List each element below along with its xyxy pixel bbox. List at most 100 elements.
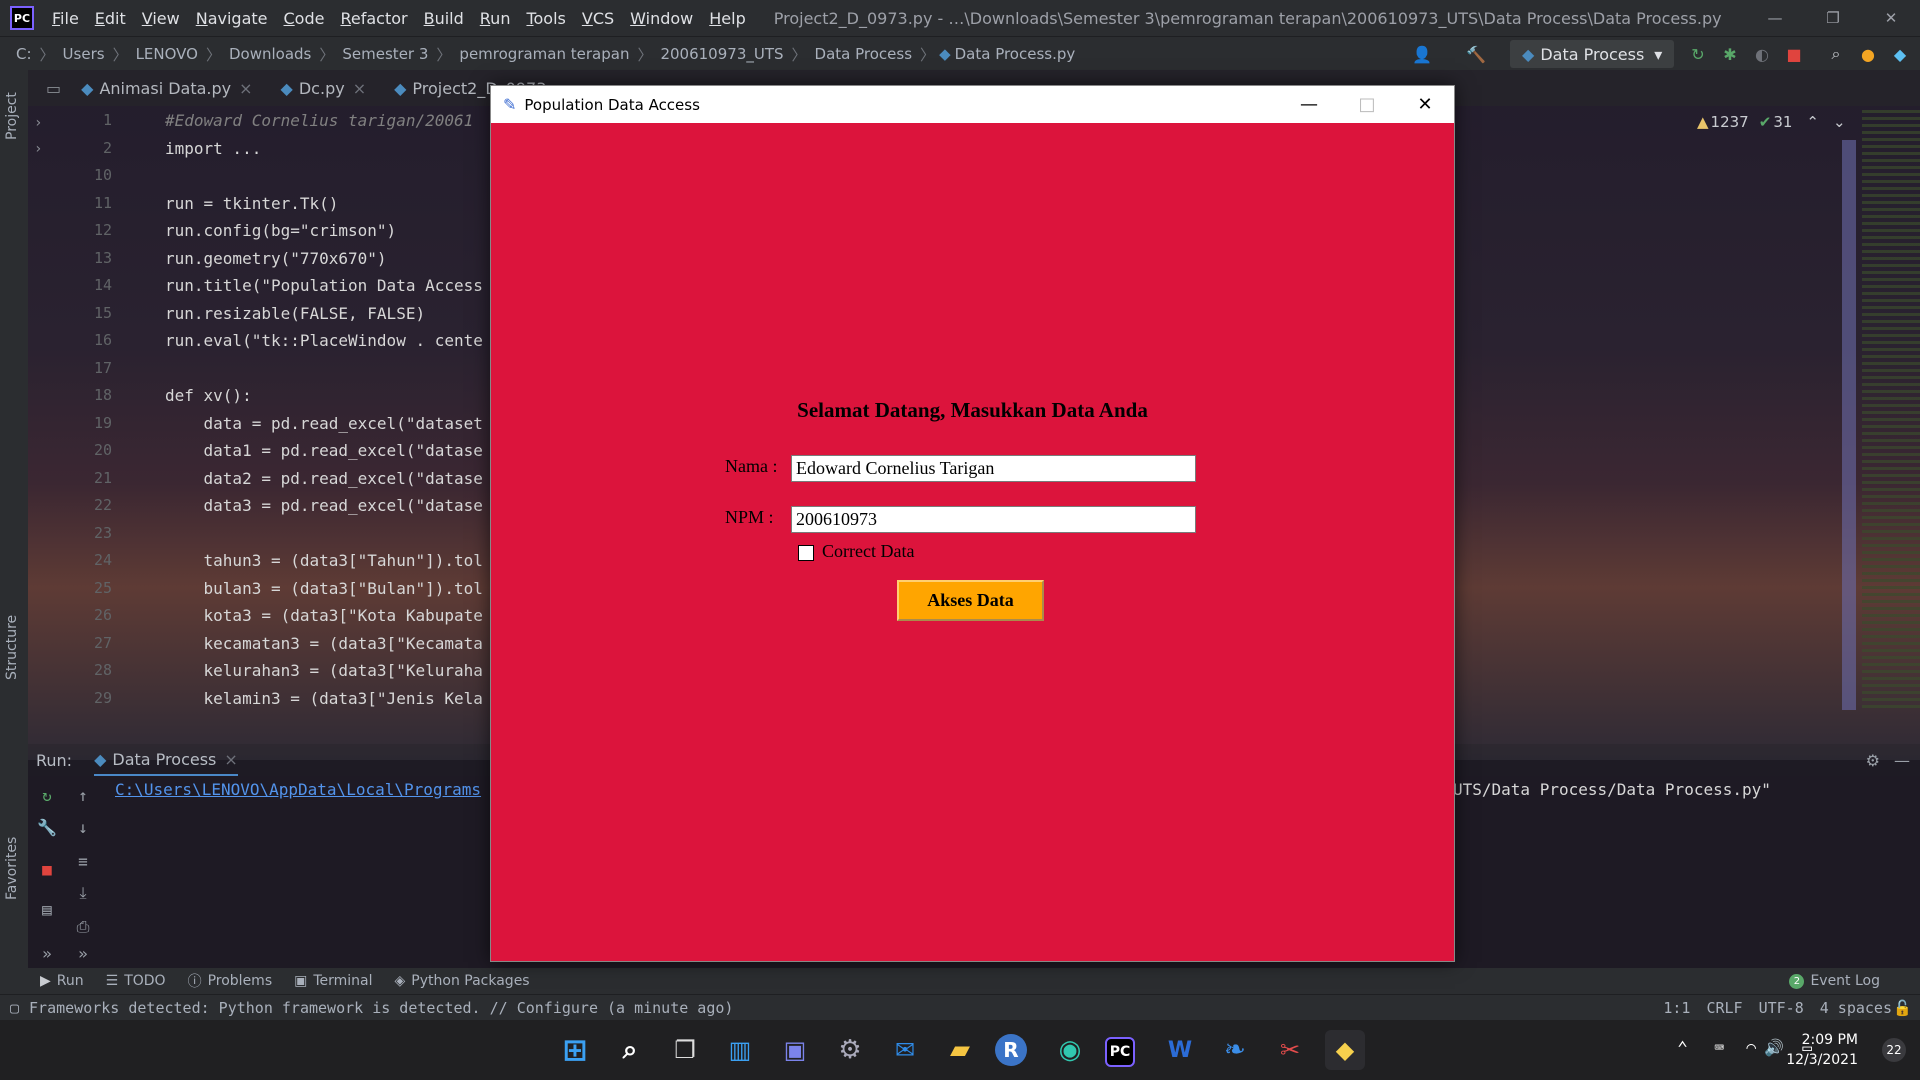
close-icon[interactable]: × (239, 79, 252, 98)
debug-icon[interactable]: ✱ (1720, 44, 1740, 64)
code-line[interactable]: data2 = pd.read_excel("datase (165, 469, 483, 488)
clock[interactable]: 2:09 PM 12/3/2021 (1786, 1030, 1858, 1070)
breadcrumb-lenovo[interactable]: LENOVO (132, 45, 202, 63)
breadcrumb-file[interactable]: Data Process.py (951, 45, 1080, 63)
code-line[interactable]: def xv(): (165, 386, 252, 405)
print-icon[interactable]: ⎙ (72, 916, 94, 938)
run-configuration-select[interactable]: ◆ Data Process ▾ (1510, 40, 1675, 68)
pycharm-app-icon[interactable]: PC (1105, 1037, 1135, 1067)
menu-file[interactable]: File (44, 9, 87, 28)
jetbrains-icon[interactable]: ◆ (1890, 44, 1910, 64)
breadcrumb-downloads[interactable]: Downloads (225, 45, 315, 63)
python-app-icon[interactable]: ◆ (1325, 1030, 1365, 1070)
menu-code[interactable]: Code (276, 9, 333, 28)
scroll-to-end-icon[interactable]: ⤓ (72, 882, 94, 904)
search-icon[interactable]: ⌕ (610, 1030, 650, 1070)
build-hammer-icon[interactable]: 🔨 (1466, 44, 1486, 64)
toolwindow-python-packages[interactable]: ◈ Python Packages (395, 973, 530, 989)
code-line[interactable]: kota3 = (data3["Kota Kabupate (165, 606, 483, 625)
breadcrumb-users[interactable]: Users (59, 45, 109, 63)
chevron-right-icon[interactable]: › (34, 110, 42, 136)
nama-input[interactable] (791, 455, 1196, 482)
more-icon[interactable]: » (72, 942, 94, 964)
toolwindow-todo[interactable]: ☰ TODO (106, 973, 166, 989)
breadcrumb-uts[interactable]: 200610973_UTS (656, 45, 787, 63)
edge-browser-icon[interactable]: ◉ (1050, 1030, 1090, 1070)
code-line[interactable]: run.geometry("770x670") (165, 249, 387, 268)
line-separator[interactable]: CRLF (1706, 999, 1742, 1017)
code-line[interactable]: kelurahan3 = (data3["Keluraha (165, 661, 483, 680)
code-line[interactable]: run = tkinter.Tk() (165, 194, 338, 213)
menu-window[interactable]: Window (622, 9, 701, 28)
tab-animasi-data[interactable]: ◆ Animasi Data.py × (67, 79, 266, 98)
menu-navigate[interactable]: Navigate (188, 9, 276, 28)
dolphin-app-icon[interactable]: ❧ (1215, 1030, 1255, 1070)
toolwindow-run[interactable]: ▶ Run (40, 973, 84, 989)
menu-build[interactable]: Build (416, 9, 472, 28)
more-icon[interactable]: » (36, 942, 58, 964)
structure-tool-tab[interactable]: Structure (4, 615, 20, 680)
status-toggle-icon[interactable]: ▢ (10, 999, 19, 1017)
toolwindow-problems[interactable]: ⓘ Problems (188, 971, 273, 991)
status-message[interactable]: Frameworks detected: Python framework is… (29, 999, 733, 1017)
code-line[interactable]: #Edoward Cornelius tarigan/20061 (165, 111, 473, 130)
breadcrumb-semester[interactable]: Semester 3 (338, 45, 432, 63)
coverage-icon[interactable]: ◐ (1752, 44, 1772, 64)
file-encoding[interactable]: UTF-8 (1759, 999, 1804, 1017)
update-icon[interactable]: ● (1858, 44, 1878, 64)
r-app-icon[interactable]: R (995, 1034, 1027, 1066)
settings-gear-icon[interactable]: ⚙ (1866, 751, 1880, 770)
minimize-icon[interactable]: — (1280, 86, 1338, 123)
breadcrumb-drive[interactable]: C: (12, 45, 36, 63)
favorites-tool-tab[interactable]: Favorites (4, 837, 20, 900)
snipping-tool-icon[interactable]: ✂ (1270, 1030, 1310, 1070)
inspection-widget[interactable]: ▲ 1237 ✔ 31 ⌃ ⌄ (1697, 113, 1846, 131)
file-explorer-icon[interactable]: ▰ (940, 1030, 980, 1070)
code-line[interactable]: kecamatan3 = (data3["Kecamata (165, 634, 483, 653)
menu-view[interactable]: View (134, 9, 188, 28)
code-line[interactable]: bulan3 = (data3["Bulan"]).tol (165, 579, 483, 598)
code-line[interactable]: data = pd.read_excel("dataset (165, 414, 483, 433)
layout-icon[interactable]: ▭ (46, 79, 61, 98)
search-icon[interactable]: ⌕ (1826, 44, 1846, 64)
task-view-icon[interactable]: ❐ (665, 1030, 705, 1070)
teams-chat-icon[interactable]: ▣ (775, 1030, 815, 1070)
code-line[interactable]: kelamin3 = (data3["Jenis Kela (165, 689, 483, 708)
close-icon[interactable]: × (224, 750, 237, 769)
hide-panel-icon[interactable]: — (1894, 751, 1910, 770)
lock-icon[interactable]: 🔓 (1893, 999, 1912, 1017)
tk-titlebar[interactable]: ✎ Population Data Access — □ ✕ (491, 86, 1454, 123)
notification-badge[interactable]: 22 (1882, 1038, 1906, 1062)
project-tool-tab[interactable]: Project (4, 92, 20, 140)
minimize-icon[interactable]: — (1746, 0, 1804, 36)
run-tab-data-process[interactable]: ◆ Data Process × (94, 744, 238, 776)
code-line[interactable]: run.title("Population Data Access (165, 276, 483, 295)
chevron-right-icon[interactable]: › (34, 136, 42, 162)
stop-icon[interactable]: ■ (1784, 44, 1804, 64)
keyboard-icon[interactable]: ⌨ (1714, 1038, 1724, 1057)
widgets-icon[interactable]: ▥ (720, 1030, 760, 1070)
word-icon[interactable]: W (1160, 1030, 1200, 1070)
correct-data-label[interactable]: Correct Data (822, 541, 914, 562)
soft-wrap-icon[interactable]: ≡ (72, 850, 94, 872)
mail-icon[interactable]: ✉ (885, 1030, 925, 1070)
code-line[interactable]: import ... (165, 139, 261, 158)
chevron-up-icon[interactable]: ⌃ (1677, 1038, 1688, 1059)
chevron-up-icon[interactable]: ⌃ (1806, 113, 1819, 131)
menu-run[interactable]: Run (472, 9, 519, 28)
close-icon[interactable]: × (353, 79, 366, 98)
correct-data-checkbox[interactable] (798, 545, 814, 561)
wrench-icon[interactable]: 🔧 (36, 816, 58, 838)
restore-icon[interactable]: ❐ (1804, 0, 1862, 36)
event-log-button[interactable]: 2 Event Log (1789, 973, 1880, 989)
menu-tools[interactable]: Tools (518, 9, 573, 28)
toolwindow-terminal[interactable]: ▣ Terminal (294, 973, 372, 989)
editor-scrollbar[interactable] (1842, 140, 1856, 710)
code-line[interactable]: run.resizable(FALSE, FALSE) (165, 304, 425, 323)
code-line[interactable]: run.config(bg="crimson") (165, 221, 396, 240)
code-line[interactable]: tahun3 = (data3["Tahun"]).tol (165, 551, 483, 570)
akses-data-button[interactable]: Akses Data (897, 580, 1044, 621)
close-icon[interactable]: ✕ (1396, 86, 1454, 123)
npm-input[interactable] (791, 506, 1196, 533)
indent-setting[interactable]: 4 spaces (1820, 999, 1892, 1017)
